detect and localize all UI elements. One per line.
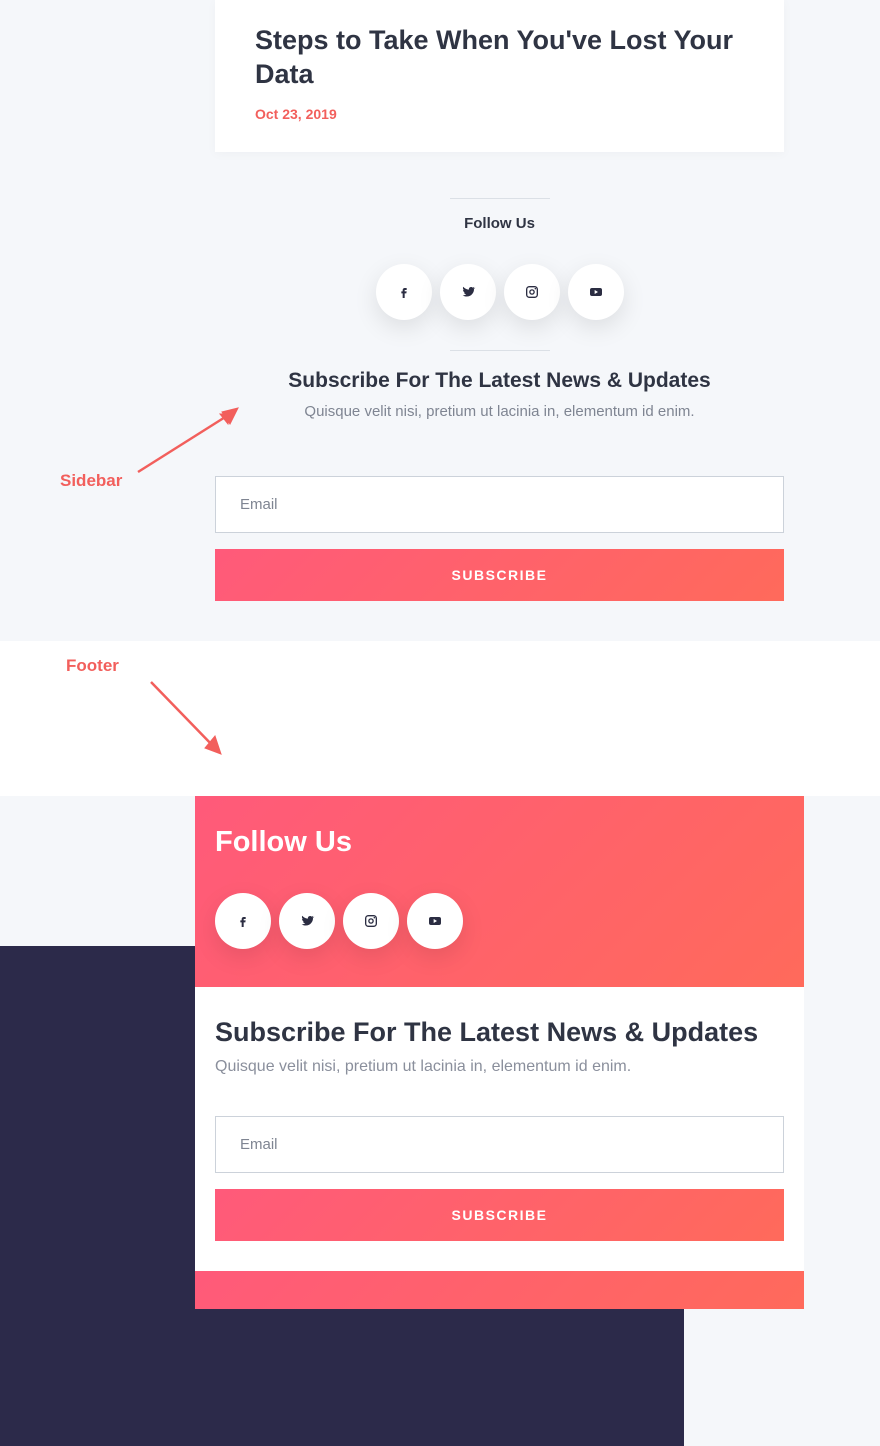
- youtube-icon: [588, 284, 604, 300]
- divider: [450, 198, 550, 199]
- instagram-icon: [524, 284, 540, 300]
- annotation-sidebar-label: Sidebar: [60, 471, 122, 491]
- article-date: Oct 23, 2019: [255, 106, 744, 122]
- instagram-icon: [363, 913, 379, 929]
- annotation-footer-label: Footer: [66, 656, 119, 676]
- twitter-icon: [460, 284, 476, 300]
- instagram-button[interactable]: [504, 264, 560, 320]
- sidebar-subscribe-heading: Subscribe For The Latest News & Updates: [195, 369, 804, 393]
- facebook-button[interactable]: [376, 264, 432, 320]
- footer-subscribe-section: Subscribe For The Latest News & Updates …: [195, 987, 804, 1271]
- footer-subscribe-heading: Subscribe For The Latest News & Updates: [215, 1017, 784, 1048]
- footer-subscribe-text: Quisque velit nisi, pretium ut lacinia i…: [215, 1058, 784, 1076]
- footer-youtube-button[interactable]: [407, 893, 463, 949]
- footer-twitter-button[interactable]: [279, 893, 335, 949]
- annotation-arrow-sidebar: [130, 400, 245, 480]
- sidebar-subscribe-text: Quisque velit nisi, pretium ut lacinia i…: [195, 403, 804, 420]
- sidebar-follow-heading: Follow Us: [195, 215, 804, 232]
- article-title[interactable]: Steps to Take When You've Lost Your Data: [255, 24, 744, 92]
- footer-follow-heading: Follow Us: [215, 826, 784, 859]
- facebook-icon: [235, 913, 251, 929]
- annotation-arrow-footer: [145, 678, 230, 758]
- footer-email-input[interactable]: [215, 1116, 784, 1173]
- sidebar-email-input[interactable]: [215, 476, 784, 533]
- facebook-icon: [396, 284, 412, 300]
- footer-subscribe-button[interactable]: SUBSCRIBE: [215, 1189, 784, 1241]
- footer-facebook-button[interactable]: [215, 893, 271, 949]
- twitter-button[interactable]: [440, 264, 496, 320]
- twitter-icon: [299, 913, 315, 929]
- youtube-button[interactable]: [568, 264, 624, 320]
- footer-follow-section: Follow Us: [195, 796, 804, 987]
- sidebar-subscribe-button[interactable]: SUBSCRIBE: [215, 549, 784, 601]
- footer-stripe: [195, 1271, 804, 1309]
- youtube-icon: [427, 913, 443, 929]
- divider: [450, 350, 550, 351]
- article-card: Steps to Take When You've Lost Your Data…: [215, 0, 784, 152]
- footer-instagram-button[interactable]: [343, 893, 399, 949]
